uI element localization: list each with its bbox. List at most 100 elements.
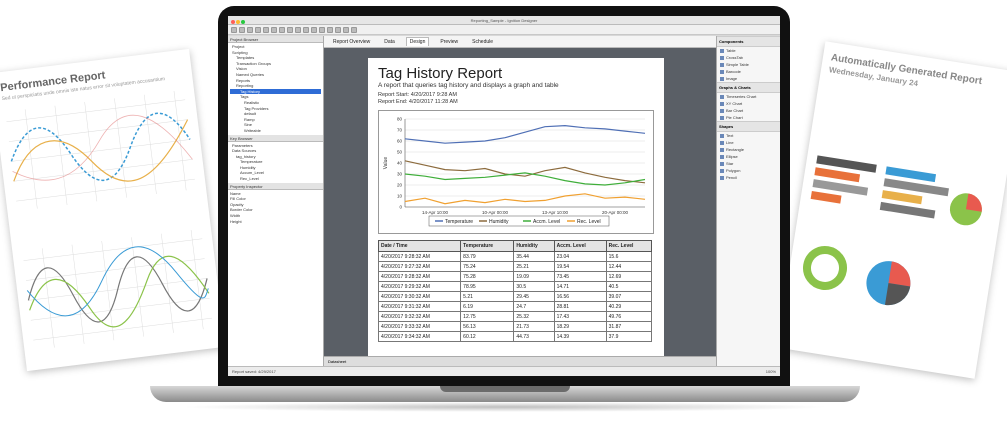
minimize-icon[interactable] [236, 20, 240, 24]
design-canvas[interactable]: Tag History Report A report that queries… [324, 48, 716, 358]
component-icon [720, 101, 724, 106]
undo-icon[interactable] [255, 26, 261, 33]
tab-design[interactable]: Design [405, 37, 430, 46]
palette-item[interactable]: Star [717, 160, 780, 167]
table-cell: 17.43 [553, 311, 607, 322]
palette-item-label: CrossTab [726, 55, 743, 60]
y-tick-label: 0 [399, 205, 402, 210]
report-subtitle[interactable]: A report that queries tag history and di… [378, 82, 654, 89]
column-header[interactable]: Date / Time [377, 240, 462, 252]
project-tree[interactable]: Project Scripting Templates Transaction Gro… [228, 43, 323, 135]
report-page[interactable]: Tag History Report A report that queries… [368, 58, 664, 358]
palette-item[interactable]: Text [717, 132, 780, 139]
palette-item[interactable]: Ellipse [717, 153, 780, 160]
tab-preview[interactable]: Preview [437, 38, 461, 46]
table-cell: 73.45 [553, 271, 607, 282]
paste-icon[interactable] [287, 26, 293, 33]
column-header[interactable]: Humidity [513, 240, 555, 252]
palette-item[interactable]: Barcode [717, 68, 780, 75]
report-title[interactable]: Tag History Report [378, 66, 654, 82]
tab-report-overview[interactable]: Report Overview [330, 38, 373, 46]
palette-item[interactable]: XY Chart [717, 100, 780, 107]
legend-label: Humidity [489, 219, 509, 225]
palette-item[interactable]: Image [717, 75, 780, 82]
column-header[interactable]: Rec. Level [605, 240, 653, 252]
tab-data[interactable]: Data [381, 38, 398, 46]
palette-item[interactable]: Pie Chart [717, 114, 780, 121]
zoom-in-icon[interactable] [343, 26, 349, 33]
palette-item-label: Timeseries Chart [726, 94, 757, 99]
history-table[interactable]: Date / Time Temperature Humidity Accm. Leve… [377, 240, 653, 342]
align-left-icon[interactable] [319, 26, 325, 33]
cut-icon[interactable] [271, 26, 277, 33]
palette-item-label: Image [726, 76, 738, 81]
palette-item[interactable]: CrossTab [717, 54, 780, 61]
palette-item[interactable]: Table [717, 47, 780, 54]
table-row[interactable]: 4/20/2017 9:28:32 AM 75.28 19.09 73.45 12.69 [377, 271, 653, 282]
palette-item[interactable]: Rectangle [717, 146, 780, 153]
table-cell: 14.71 [553, 281, 607, 292]
window-title: Reporting_Sample - Ignition Designer [470, 18, 538, 23]
maximize-icon[interactable] [241, 20, 245, 24]
performance-report-paper: Performance Report Sed ut perspiciatis u… [0, 48, 226, 372]
column-header[interactable]: Accm. Level [553, 240, 607, 252]
redo-icon[interactable] [263, 26, 269, 33]
zoom-out-icon[interactable] [351, 26, 357, 33]
table-cell: 25.32 [513, 311, 555, 322]
italic-icon[interactable] [303, 26, 309, 33]
palette-item[interactable]: Simple Table [717, 61, 780, 68]
table-cell: 4/20/2017 9:29:32 AM [377, 281, 462, 292]
bold-icon[interactable] [295, 26, 301, 33]
palette-item[interactable]: Polygon [717, 167, 780, 174]
align-center-icon[interactable] [327, 26, 333, 33]
close-icon[interactable] [231, 20, 235, 24]
align-right-icon[interactable] [335, 26, 341, 33]
datasheet-tab[interactable]: Datasheet [324, 356, 716, 366]
tab-schedule[interactable]: Schedule [469, 38, 496, 46]
palette-item-label: Text [726, 133, 734, 138]
palette-item[interactable]: Bar Chart [717, 107, 780, 114]
report-dates[interactable]: Report Start: 4/20/2017 9:28 AM Report E… [378, 92, 654, 106]
component-icon [720, 140, 724, 145]
tree-item[interactable]: Writeable [230, 128, 321, 134]
key-tree[interactable]: Parameters Data Sources tag_history Tempera… [228, 142, 323, 183]
table-row[interactable]: 4/20/2017 9:32:32 AM 12.75 25.32 17.43 49.76 [377, 311, 653, 322]
column-header[interactable]: Temperature [460, 240, 515, 252]
timeseries-chart[interactable]: 0 10 20 30 40 50 60 70 80 14-Apr 10:00 10-Apr 00:0… [378, 110, 654, 234]
property-row[interactable]: Height [230, 219, 321, 225]
copy-icon[interactable] [279, 26, 285, 33]
palette-item[interactable]: Line [717, 139, 780, 146]
table-cell: 25.21 [513, 261, 555, 272]
window-titlebar: Reporting_Sample - Ignition Designer [228, 16, 780, 25]
palette-item-label: Pencil [726, 175, 737, 180]
component-palette: Components Table CrossTab Simple Table Barco… [716, 36, 780, 366]
new-icon[interactable] [231, 26, 237, 33]
paper-right-charts [803, 155, 982, 306]
table-row[interactable]: 4/20/2017 9:33:32 AM 56.13 21.73 18.29 31.87 [377, 321, 653, 332]
table-cell: 5.21 [460, 291, 515, 302]
property-list[interactable]: Name Fill Color Opacity Border Color Width He… [228, 190, 323, 226]
palette-item[interactable]: Timeseries Chart [717, 93, 780, 100]
table-cell: 12.69 [605, 271, 653, 282]
key-item[interactable]: Rec_Level [230, 176, 321, 182]
table-cell: 19.54 [553, 261, 607, 272]
save-icon[interactable] [247, 26, 253, 33]
end-value: 4/20/2017 11:28 AM [408, 99, 458, 105]
underline-icon[interactable] [311, 26, 317, 33]
x-tick-label: 14-Apr 10:00 [422, 210, 449, 215]
table-cell: 12.75 [460, 311, 515, 322]
y-tick-label: 50 [397, 150, 403, 155]
table-row[interactable]: 4/20/2017 9:29:32 AM 78.95 30.5 14.71 40.5 [377, 281, 653, 292]
table-row[interactable]: 4/20/2017 9:30:32 AM 5.21 29.45 16.56 39.07 [377, 291, 653, 302]
table-row[interactable]: 4/20/2017 9:31:32 AM 6.19 24.7 28.81 40.29 [377, 301, 653, 312]
y-tick-label: 80 [397, 117, 403, 122]
component-icon [720, 147, 724, 152]
table-row[interactable]: 4/20/2017 9:27:32 AM 75.24 25.21 19.54 12.44 [377, 261, 653, 272]
open-icon[interactable] [239, 26, 245, 33]
component-icon [720, 69, 724, 74]
table-row[interactable]: 4/20/2017 9:28:32 AM 83.79 35.44 23.04 15.6 [377, 251, 653, 262]
window-controls[interactable] [231, 18, 246, 27]
palette-item[interactable]: Pencil [717, 174, 780, 181]
table-row[interactable]: 4/20/2017 9:34:32 AM 60.12 44.73 14.39 37.9 [377, 331, 653, 342]
table-cell: 12.44 [605, 261, 653, 272]
